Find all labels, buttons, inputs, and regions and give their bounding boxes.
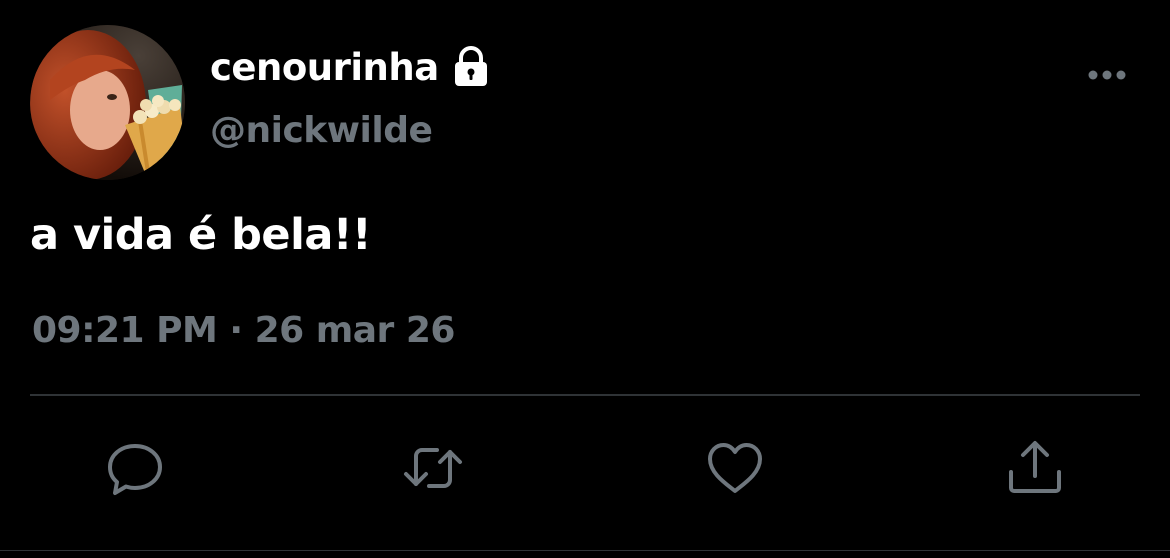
tweet-date[interactable]: 26 mar 26 xyxy=(255,310,456,351)
timestamp-separator: · xyxy=(217,310,255,351)
tweet-time[interactable]: 09:21 PM xyxy=(32,310,218,351)
heart-icon xyxy=(708,443,762,493)
user-handle[interactable]: @nickwilde xyxy=(210,110,433,151)
reply-button[interactable] xyxy=(105,438,165,498)
divider xyxy=(30,394,1140,396)
tweet-text: a vida é bela!! xyxy=(30,210,372,260)
more-options-button[interactable] xyxy=(1082,58,1132,92)
divider-bottom xyxy=(0,550,1170,551)
display-name[interactable]: cenourinha xyxy=(210,46,439,89)
more-icon xyxy=(1088,70,1126,80)
avatar[interactable] xyxy=(30,25,185,180)
lock-icon xyxy=(449,45,493,89)
share-icon xyxy=(1009,441,1061,493)
reply-icon xyxy=(108,444,162,495)
like-button[interactable] xyxy=(705,438,765,498)
retweet-icon xyxy=(404,448,462,488)
avatar-photo xyxy=(30,25,185,180)
tweet-card: cenourinha @nickwilde a vida é bela!! 09… xyxy=(0,0,1170,558)
share-button[interactable] xyxy=(1005,438,1065,498)
retweet-button[interactable] xyxy=(403,438,463,498)
timestamp[interactable]: 09:21 PM · 26 mar 26 xyxy=(32,310,455,351)
display-name-row[interactable]: cenourinha xyxy=(210,44,493,90)
